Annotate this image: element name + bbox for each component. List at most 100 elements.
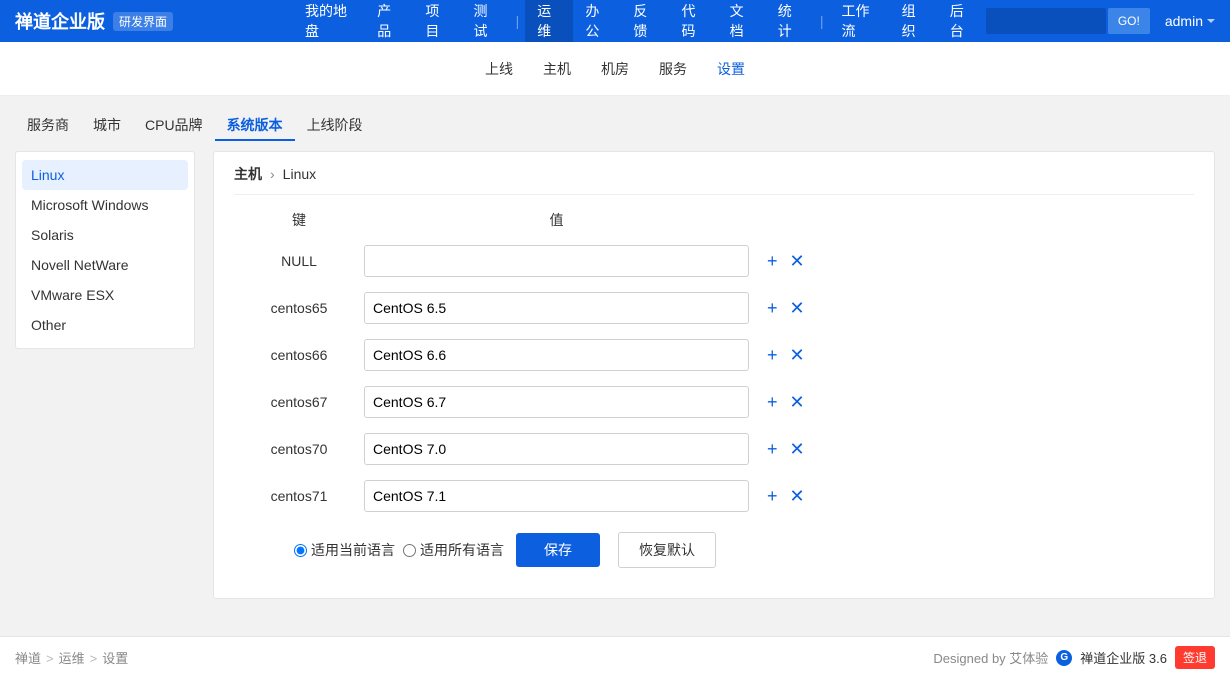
top-nav-item[interactable]: 运维 bbox=[525, 0, 573, 42]
radio-current-label: 适用当前语言 bbox=[311, 540, 395, 560]
crumb-root: 主机 bbox=[234, 164, 262, 184]
top-nav-item[interactable]: 组织 bbox=[890, 0, 938, 42]
header-key: 键 bbox=[234, 210, 364, 230]
footer-crumb-item[interactable]: 设置 bbox=[102, 651, 128, 666]
radio-current-input[interactable] bbox=[294, 544, 307, 557]
main-panel: 主机 › Linux 键 值 NULL+✕centos65+✕centos66+… bbox=[213, 151, 1215, 599]
plus-icon[interactable]: + bbox=[767, 440, 778, 458]
close-icon[interactable]: ✕ bbox=[790, 440, 805, 458]
search-go-button[interactable]: GO! bbox=[1108, 8, 1150, 34]
brand-name: 禅道企业版 bbox=[15, 8, 105, 34]
value-input[interactable] bbox=[364, 292, 749, 324]
nav-separator: | bbox=[814, 13, 830, 29]
footer-crumb-item[interactable]: 禅道 bbox=[15, 651, 41, 666]
table-row: centos67+✕ bbox=[234, 386, 1194, 418]
top-nav-item[interactable]: 后台 bbox=[938, 0, 986, 42]
row-value-wrap bbox=[364, 339, 749, 371]
row-value-wrap bbox=[364, 386, 749, 418]
chevron-right-icon: › bbox=[270, 166, 275, 182]
top-nav-item[interactable]: 代码 bbox=[670, 0, 718, 42]
sidebar-item[interactable]: Novell NetWare bbox=[16, 250, 194, 280]
user-menu[interactable]: admin bbox=[1165, 13, 1215, 29]
restore-default-button[interactable]: 恢复默认 bbox=[618, 532, 716, 568]
sidebar-item[interactable]: Microsoft Windows bbox=[16, 190, 194, 220]
table-row: centos71+✕ bbox=[234, 480, 1194, 512]
plus-icon[interactable]: + bbox=[767, 346, 778, 364]
sidebar-item[interactable]: Linux bbox=[22, 160, 188, 190]
value-input[interactable] bbox=[364, 433, 749, 465]
sidebar-item[interactable]: VMware ESX bbox=[16, 280, 194, 310]
search-box: GO! bbox=[986, 8, 1150, 34]
nav-separator: | bbox=[510, 13, 526, 29]
top-nav-item[interactable]: 文档 bbox=[718, 0, 766, 42]
row-actions: +✕ bbox=[767, 393, 805, 411]
plus-icon[interactable]: + bbox=[767, 252, 778, 270]
sub-nav-item[interactable]: 上线 bbox=[470, 59, 528, 79]
radio-all-input[interactable] bbox=[403, 544, 416, 557]
footer-crumb-item[interactable]: 运维 bbox=[59, 651, 85, 666]
radio-current-language[interactable]: 适用当前语言 bbox=[294, 540, 395, 560]
row-value-wrap bbox=[364, 245, 749, 277]
logout-button[interactable]: 签退 bbox=[1175, 646, 1215, 669]
close-icon[interactable]: ✕ bbox=[790, 252, 805, 270]
panel-breadcrumb: 主机 › Linux bbox=[234, 164, 1194, 195]
designed-by: Designed by 艾体验 bbox=[933, 648, 1048, 667]
top-nav-item[interactable]: 工作流 bbox=[830, 0, 890, 42]
close-icon[interactable]: ✕ bbox=[790, 393, 805, 411]
close-icon[interactable]: ✕ bbox=[790, 299, 805, 317]
row-key: centos66 bbox=[234, 347, 364, 363]
value-input[interactable] bbox=[364, 480, 749, 512]
tab-item[interactable]: CPU品牌 bbox=[133, 111, 215, 141]
chevron-right-icon: > bbox=[46, 651, 54, 666]
top-navbar: 禅道企业版 研发界面 我的地盘产品项目测试|运维办公反馈代码文档统计|工作流组织… bbox=[0, 0, 1230, 42]
brand-tag: 研发界面 bbox=[113, 12, 173, 31]
row-key: centos71 bbox=[234, 488, 364, 504]
close-icon[interactable]: ✕ bbox=[790, 346, 805, 364]
sidebar-item[interactable]: Other bbox=[16, 310, 194, 340]
table-header-row: 键 值 bbox=[234, 210, 1194, 230]
footer-right: Designed by 艾体验 G 禅道企业版 3.6 签退 bbox=[933, 646, 1215, 669]
top-nav-item[interactable]: 测试 bbox=[461, 0, 509, 42]
search-input[interactable] bbox=[986, 8, 1106, 34]
sub-nav-item[interactable]: 机房 bbox=[586, 59, 644, 79]
logo-icon: G bbox=[1056, 650, 1072, 666]
sub-nav: 上线主机机房服务设置 bbox=[0, 42, 1230, 96]
table-row: centos65+✕ bbox=[234, 292, 1194, 324]
value-input[interactable] bbox=[364, 339, 749, 371]
radio-all-label: 适用所有语言 bbox=[420, 540, 504, 560]
save-button[interactable]: 保存 bbox=[516, 533, 600, 567]
row-actions: +✕ bbox=[767, 346, 805, 364]
table-row: centos70 + ✕ bbox=[234, 433, 1194, 465]
top-nav: 我的地盘产品项目测试|运维办公反馈代码文档统计|工作流组织后台 bbox=[293, 0, 986, 42]
value-input[interactable] bbox=[364, 386, 749, 418]
sidebar-item[interactable]: Solaris bbox=[16, 220, 194, 250]
top-nav-item[interactable]: 项目 bbox=[413, 0, 461, 42]
tab-bar: 服务商城市CPU品牌系统版本上线阶段 bbox=[15, 111, 1215, 141]
tab-item[interactable]: 上线阶段 bbox=[295, 111, 375, 141]
sub-nav-item[interactable]: 服务 bbox=[644, 59, 702, 79]
plus-icon[interactable]: + bbox=[767, 487, 778, 505]
close-icon[interactable]: ✕ bbox=[790, 487, 805, 505]
plus-icon[interactable]: + bbox=[767, 393, 778, 411]
row-value-wrap bbox=[364, 433, 749, 465]
top-nav-item[interactable]: 反馈 bbox=[621, 0, 669, 42]
top-nav-item[interactable]: 统计 bbox=[766, 0, 814, 42]
row-actions: +✕ bbox=[767, 487, 805, 505]
tab-item[interactable]: 服务商 bbox=[15, 111, 81, 141]
sub-nav-item[interactable]: 设置 bbox=[702, 59, 760, 79]
top-nav-item[interactable]: 我的地盘 bbox=[293, 0, 365, 42]
plus-icon[interactable]: + bbox=[767, 299, 778, 317]
row-key: centos70 bbox=[234, 441, 364, 457]
row-key: centos67 bbox=[234, 394, 364, 410]
page-body: 服务商城市CPU品牌系统版本上线阶段 LinuxMicrosoft Window… bbox=[0, 96, 1230, 636]
top-nav-item[interactable]: 产品 bbox=[365, 0, 413, 42]
tab-item[interactable]: 系统版本 bbox=[215, 111, 295, 141]
radio-all-languages[interactable]: 适用所有语言 bbox=[403, 540, 504, 560]
sub-nav-item[interactable]: 主机 bbox=[528, 59, 586, 79]
row-actions: +✕ bbox=[767, 299, 805, 317]
form-footer-row: 适用当前语言 适用所有语言 保存 恢复默认 bbox=[294, 532, 1194, 568]
table-row: NULL+✕ bbox=[234, 245, 1194, 277]
tab-item[interactable]: 城市 bbox=[81, 111, 133, 141]
value-input[interactable] bbox=[364, 245, 749, 277]
top-nav-item[interactable]: 办公 bbox=[573, 0, 621, 42]
